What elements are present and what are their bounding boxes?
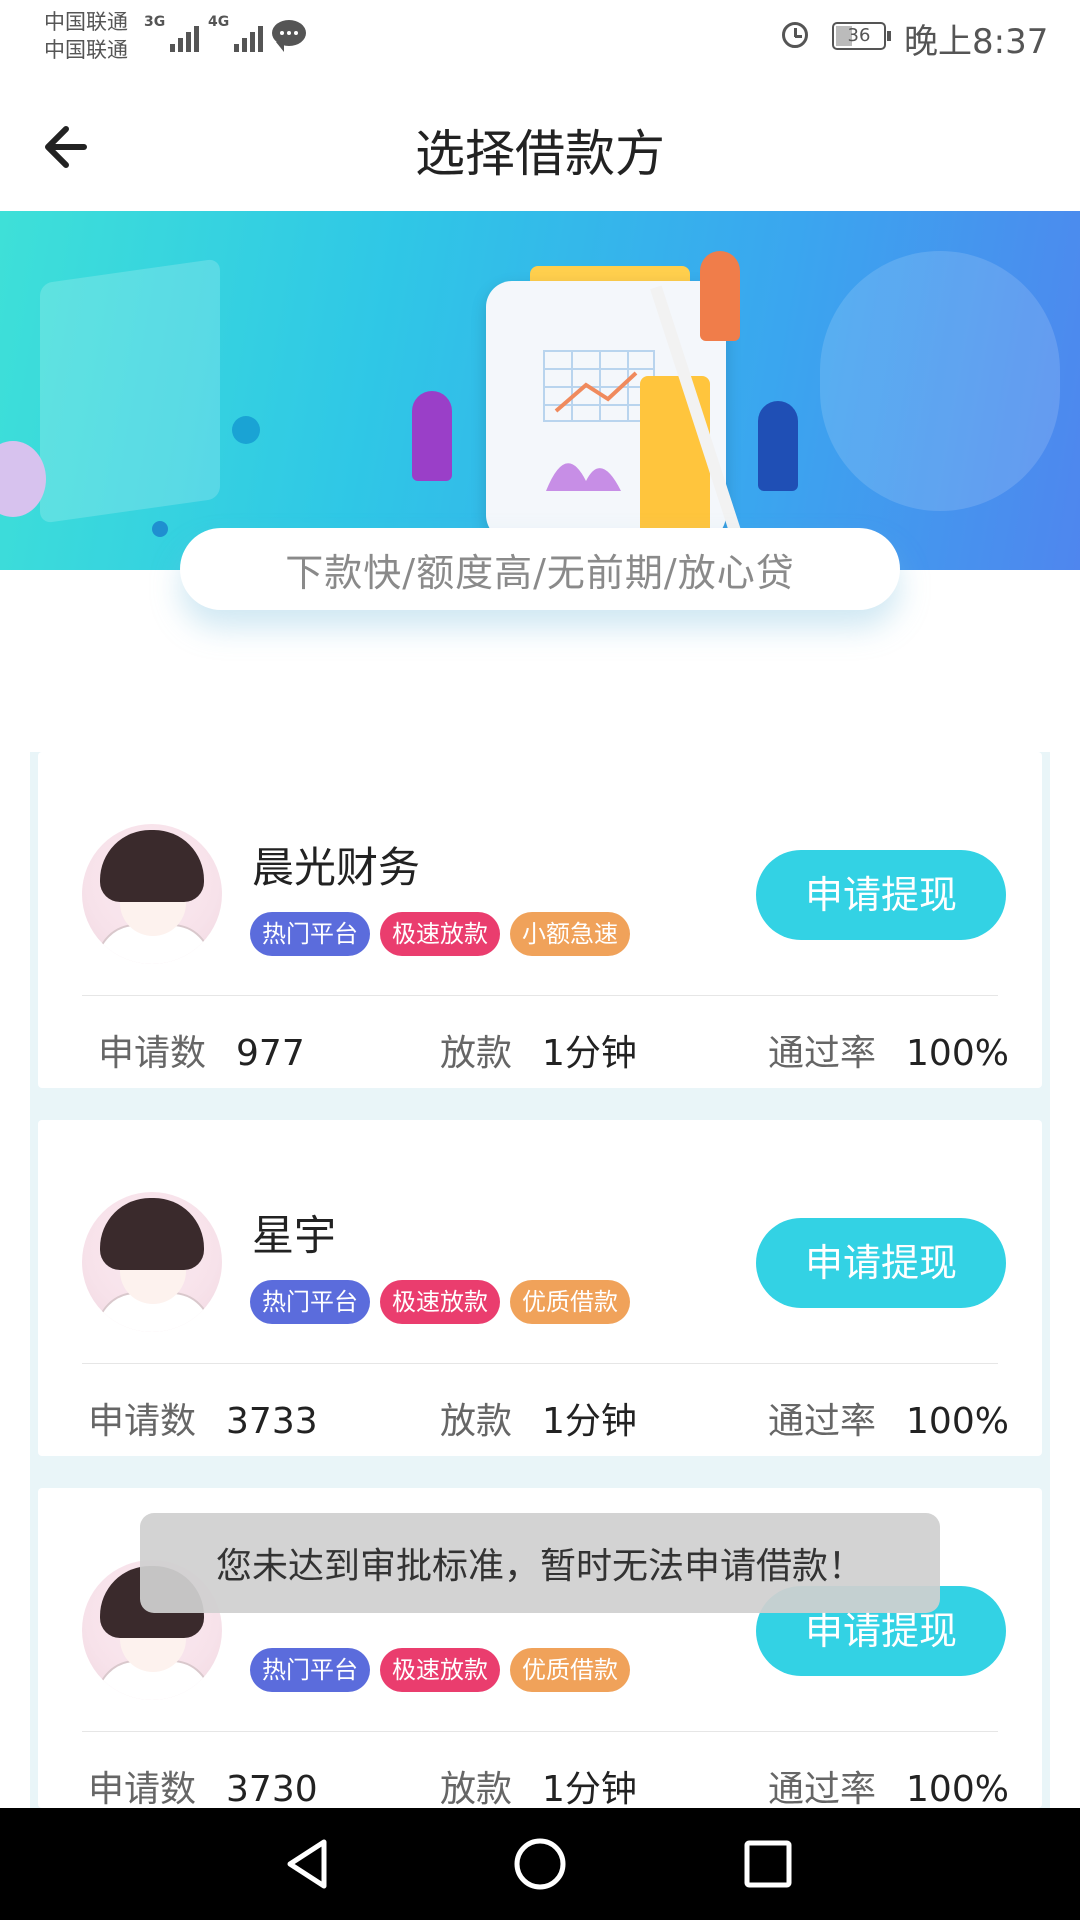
signal-3g-icon: 3G [144,14,200,52]
stat-label: 通过率 [768,1769,877,1810]
network-type-1: 3G [144,14,166,30]
pass-rate-stat: 通过率 100% [768,1392,1009,1444]
stat-value: 3730 [226,1769,318,1810]
lender-card: 晨光财务 热门平台 极速放款 小额急速 申请提现 申请数 977 放款 1分钟 通过… [38,752,1042,1088]
apply-withdraw-button[interactable]: 申请提现 [756,1218,1006,1308]
signal-4g-icon: 4G [208,14,264,52]
carrier-1: 中国联通 [44,10,128,34]
banner-decoration [40,258,220,524]
square-recents-icon [744,1840,792,1888]
tag-badge: 优质借款 [510,1648,630,1692]
battery-icon: 36 [832,22,891,50]
apply-withdraw-button[interactable]: 申请提现 [756,850,1006,940]
promo-banner [0,211,1080,570]
banner-illustration-person [758,401,798,491]
lender-name: 晨光财务 [252,843,421,892]
pass-rate-stat: 通过率 100% [768,1760,1009,1812]
banner-illustration-person [700,251,740,341]
alarm-icon [782,22,808,48]
stat-value: 1分钟 [542,1769,637,1810]
tag-list: 热门平台 极速放款 优质借款 [250,1648,630,1692]
stat-label: 申请数 [98,1033,207,1074]
avatar [82,1192,222,1332]
tag-badge: 优质借款 [510,1280,630,1324]
banner-illustration-book [640,376,710,541]
nav-back-button[interactable] [272,1828,344,1900]
stat-label: 申请数 [88,1769,197,1810]
stat-label: 放款 [440,1769,513,1810]
tag-badge: 小额急速 [510,912,630,956]
pass-rate-stat: 通过率 100% [768,1024,1009,1076]
divider [82,1363,998,1364]
stat-value: 1分钟 [542,1401,637,1442]
loan-time-stat: 放款 1分钟 [440,1024,637,1076]
battery-level: 36 [847,25,871,46]
tag-list: 热门平台 极速放款 小额急速 [250,912,630,956]
stat-label: 通过率 [768,1401,877,1442]
carrier-2: 中国联通 [44,38,128,62]
tag-badge: 热门平台 [250,1648,370,1692]
banner-decoration [820,251,1060,511]
tag-badge: 极速放款 [380,1280,500,1324]
status-bar: 中国联通 中国联通 3G 4G 36 晚上8:37 [0,0,1080,74]
loan-time-stat: 放款 1分钟 [440,1392,637,1444]
nav-recents-button[interactable] [732,1828,804,1900]
stat-value: 1分钟 [542,1033,637,1074]
page-title: 选择借款方 [415,125,665,183]
applications-stat: 申请数 3730 [88,1760,318,1812]
divider [82,1731,998,1732]
toast-message: 您未达到审批标准，暂时无法申请借款！ [140,1513,940,1613]
tag-badge: 极速放款 [380,912,500,956]
tag-badge: 热门平台 [250,912,370,956]
applications-stat: 申请数 3733 [88,1392,318,1444]
stat-label: 放款 [440,1401,513,1442]
tag-badge: 热门平台 [250,1280,370,1324]
applications-stat: 申请数 977 [98,1024,305,1076]
lender-card: 星宇 热门平台 极速放款 优质借款 申请提现 申请数 3733 放款 1分钟 通过率… [38,1120,1042,1456]
stat-label: 放款 [440,1033,513,1074]
loan-time-stat: 放款 1分钟 [440,1760,637,1812]
tag-badge: 极速放款 [380,1648,500,1692]
system-nav-bar [0,1808,1080,1920]
stat-value: 3733 [226,1401,318,1442]
divider [82,995,998,996]
carrier-labels: 中国联通 中国联通 [44,8,128,64]
triangle-back-icon [287,1839,327,1889]
banner-slogan: 下款快/额度高/无前期/放心贷 [180,528,900,610]
tag-list: 热门平台 极速放款 优质借款 [250,1280,630,1324]
stat-value: 977 [236,1033,305,1074]
stat-value: 100% [906,1401,1009,1442]
banner-decoration [232,416,260,444]
network-type-2: 4G [208,14,230,30]
clock: 晚上8:37 [904,22,1049,62]
app-header: 选择借款方 [0,74,1080,210]
stat-label: 通过率 [768,1033,877,1074]
lender-name: 星宇 [252,1211,337,1260]
stat-value: 100% [906,1033,1009,1074]
stat-value: 100% [906,1769,1009,1810]
circle-home-icon [514,1838,566,1890]
stat-label: 申请数 [88,1401,197,1442]
message-icon [272,20,306,52]
banner-illustration-person [412,391,452,481]
banner-decoration [152,521,168,537]
avatar [82,824,222,964]
nav-home-button[interactable] [504,1828,576,1900]
